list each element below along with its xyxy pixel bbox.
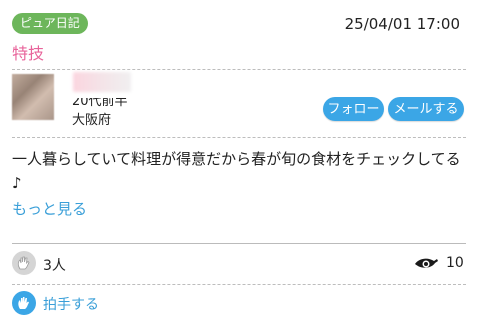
post-datetime: 25/04/01 17:00 [344, 15, 460, 33]
post-body: 一人暮らしていて料理が得意だから春が旬の食材をチェックしてる♪ [12, 150, 461, 192]
user-area: 大阪府 [72, 113, 112, 128]
clap-hand-icon[interactable] [12, 291, 36, 315]
divider [12, 137, 466, 138]
post-title: 特技 [12, 44, 45, 63]
mail-button[interactable]: メールする [388, 97, 464, 121]
view-count: 10 [446, 255, 464, 271]
follow-button[interactable]: フォロー [323, 97, 384, 121]
clap-button[interactable]: 拍手する [43, 294, 99, 314]
user-name-blurred [73, 72, 131, 92]
divider [12, 69, 466, 70]
eye-icon [415, 258, 438, 268]
avatar[interactable] [12, 74, 54, 120]
user-age: 20代前半 [72, 94, 128, 109]
divider [12, 284, 466, 285]
clap-hand-icon [12, 251, 36, 275]
divider [12, 243, 466, 244]
read-more-link[interactable]: もっと見る [12, 198, 87, 219]
clap-count: 3人 [43, 258, 66, 274]
diary-badge: ピュア日記 [12, 13, 88, 34]
